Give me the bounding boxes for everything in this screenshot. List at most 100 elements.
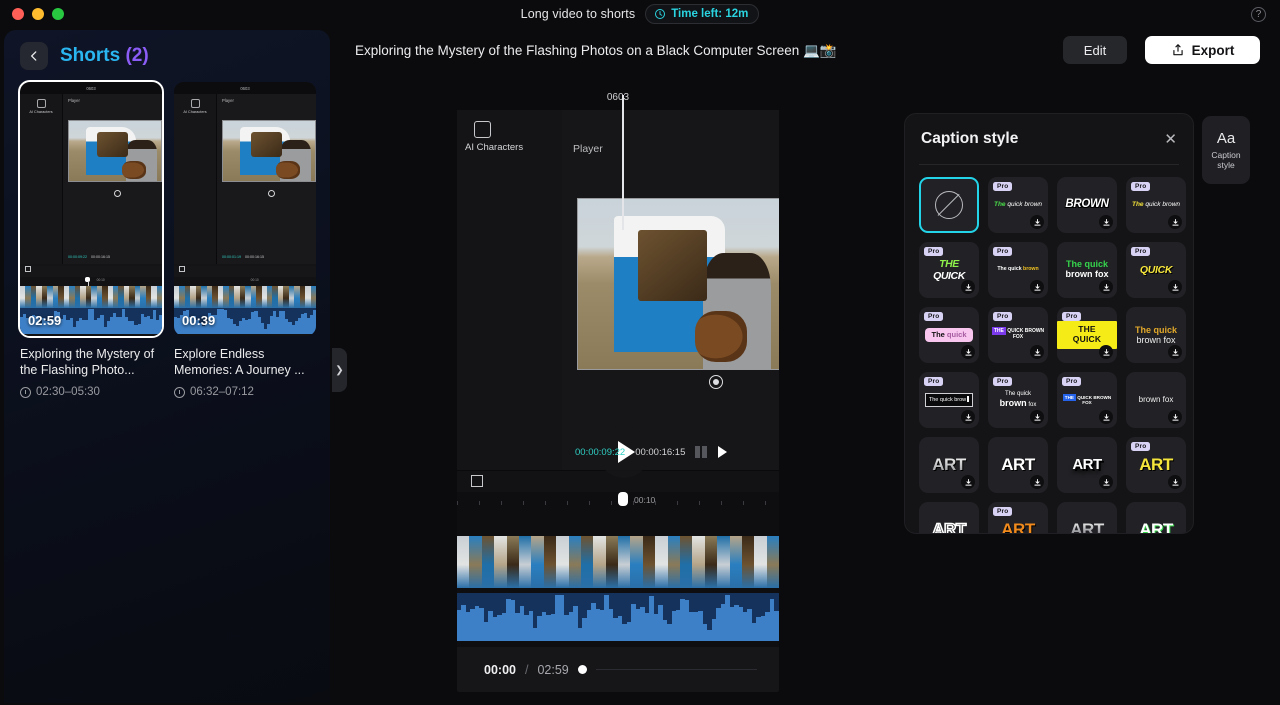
download-icon[interactable] (961, 410, 975, 424)
caption-style-art-shadow[interactable]: ART (1057, 437, 1117, 493)
caption-style-blue-tag[interactable]: THE QUICK BROWN FOX Pro (1057, 372, 1117, 428)
download-icon[interactable] (1168, 215, 1182, 229)
video-preview[interactable] (577, 198, 779, 370)
short-thumbnail[interactable]: 0603 AI Characters Player (174, 82, 316, 336)
share-upload-icon (1172, 44, 1183, 56)
audio-track[interactable] (457, 593, 779, 641)
title-bar: Long video to shorts Time left: 12m ? (0, 0, 1280, 28)
title-bar-center: Long video to shorts Time left: 12m (0, 0, 1280, 28)
filmstrip-frame (469, 536, 482, 588)
caption-style-typewriter-box[interactable]: The quick brow Pro (919, 372, 979, 428)
caption-style-quick-yellow[interactable]: QUICK Pro (1126, 242, 1186, 298)
play-small-icon[interactable] (718, 446, 728, 458)
caption-style-yellow-box[interactable]: THE QUICK Pro (1057, 307, 1117, 363)
caption-style-preview: The quick brown (993, 201, 1043, 209)
time-left-badge[interactable]: Time left: 12m (645, 4, 760, 24)
download-icon[interactable] (1168, 345, 1182, 359)
download-icon[interactable] (961, 345, 975, 359)
download-icon[interactable] (1168, 410, 1182, 424)
caption-style-preview: The quick brown fox (1065, 259, 1109, 279)
mini-timeline-toolbar (174, 266, 316, 277)
caption-panel-header: Caption style ✕ (905, 114, 1193, 164)
record-icon[interactable] (709, 375, 723, 389)
mini-player-label: Player (222, 98, 234, 103)
download-icon[interactable] (1168, 280, 1182, 294)
caption-style-preview: The quick brown (997, 266, 1039, 273)
caption-style-art-green[interactable]: ART (1126, 502, 1186, 533)
caption-style-brown-bold[interactable]: BROWN (1057, 177, 1117, 233)
download-icon[interactable] (1030, 345, 1044, 359)
download-icon[interactable] (1099, 215, 1113, 229)
download-icon[interactable] (1099, 280, 1113, 294)
download-icon[interactable] (1030, 410, 1044, 424)
pro-badge: Pro (1131, 442, 1151, 451)
caption-style-art-yellow[interactable]: ART Pro (1126, 437, 1186, 493)
editor-preview: 0603 AI Characters Player 00:00:09:22 00… (457, 85, 779, 692)
download-icon[interactable] (1030, 215, 1044, 229)
timeline-ruler[interactable]: 00:10 (457, 492, 779, 511)
export-button[interactable]: Export (1145, 36, 1260, 64)
caption-style-art-white[interactable]: ART (988, 437, 1048, 493)
download-icon[interactable] (961, 280, 975, 294)
caption-style-tiny-quick-brown[interactable]: The quick brown Pro (988, 242, 1048, 298)
playback-progress-bar[interactable] (595, 668, 757, 671)
caption-style-pink-highlight[interactable]: The quick Pro (919, 307, 979, 363)
caption-style-purple-tag[interactable]: THE QUICK BROWN FOX Pro (988, 307, 1048, 363)
mini-project-name: 0603 (86, 85, 96, 91)
shorts-sidebar: Shorts (2) 0603 AI Characters Player 00:… (4, 30, 330, 703)
edit-button[interactable]: Edit (1063, 36, 1127, 64)
playhead-knob[interactable] (618, 492, 628, 506)
short-thumbnail[interactable]: 0603 AI Characters Player (18, 80, 164, 338)
pro-badge: Pro (924, 247, 944, 256)
download-icon[interactable] (961, 475, 975, 489)
tab-caption-style[interactable]: Aa Caption style (1202, 116, 1250, 184)
pro-badge: Pro (993, 312, 1013, 321)
main-header: Exploring the Mystery of the Flashing Ph… (340, 34, 1270, 76)
pro-badge: Pro (993, 182, 1013, 191)
video-track[interactable] (457, 536, 779, 588)
back-button[interactable] (20, 42, 48, 70)
sidebar-collapse-handle[interactable]: ❯ (332, 348, 347, 392)
playback-scrubber-knob[interactable] (577, 665, 587, 674)
short-range: 02:30–05:30 (20, 386, 162, 398)
download-icon[interactable] (1099, 475, 1113, 489)
caption-style-plain-brownfox[interactable]: brown fox (1126, 372, 1186, 428)
close-icon[interactable]: ✕ (1164, 130, 1177, 148)
caption-style-art-grey[interactable]: ART (919, 437, 979, 493)
caption-style-the-quick-green[interactable]: THE QUICK Pro (919, 242, 979, 298)
ai-characters-panel[interactable]: AI Characters (457, 110, 562, 470)
mini-project-name: 0603 (240, 85, 250, 91)
caption-style-art-orange[interactable]: ART Pro (988, 502, 1048, 533)
crop-icon[interactable] (471, 475, 483, 487)
caption-style-green-brownfox[interactable]: The quick brown fox (1057, 242, 1117, 298)
pause-icon[interactable] (695, 446, 708, 458)
filmstrip-frame (457, 536, 470, 588)
caption-style-gold-brownfox[interactable]: The quick brown fox (1126, 307, 1186, 363)
caption-style-none[interactable] (919, 177, 979, 233)
download-icon[interactable] (1099, 410, 1113, 424)
short-range: 06:32–07:12 (174, 386, 316, 398)
caption-style-mixed-bold[interactable]: The quick brown fox Pro (988, 372, 1048, 428)
short-range-label: 02:30–05:30 (36, 386, 100, 398)
waveform-bar (159, 314, 162, 334)
caption-style-art-outline[interactable]: ART (919, 502, 979, 533)
download-icon[interactable] (1030, 280, 1044, 294)
caption-style-yellow-white-italic[interactable]: The quick brown Pro (1126, 177, 1186, 233)
short-card[interactable]: 0603 AI Characters Player (174, 82, 316, 398)
pro-badge: Pro (993, 377, 1013, 386)
tab-caption-style-label: Caption style (1211, 150, 1240, 170)
help-icon[interactable]: ? (1251, 7, 1266, 22)
mini-ai-label: AI Characters (183, 110, 207, 114)
waveform-bar (774, 611, 779, 641)
aa-text-icon: Aa (1216, 130, 1236, 147)
download-icon[interactable] (1030, 475, 1044, 489)
mini-project-bar: 0603 (20, 82, 162, 94)
short-card[interactable]: 0603 AI Characters Player (18, 80, 164, 398)
download-icon[interactable] (1168, 475, 1182, 489)
download-icon[interactable] (1099, 345, 1113, 359)
caption-style-green-white-italic[interactable]: The quick brown Pro (988, 177, 1048, 233)
caption-style-preview: The quick (925, 327, 973, 343)
caption-style-art-fade[interactable]: ART (1057, 502, 1117, 533)
mini-editor-body: AI Characters Player (20, 94, 162, 264)
caption-style-preview: ART (1139, 455, 1173, 475)
